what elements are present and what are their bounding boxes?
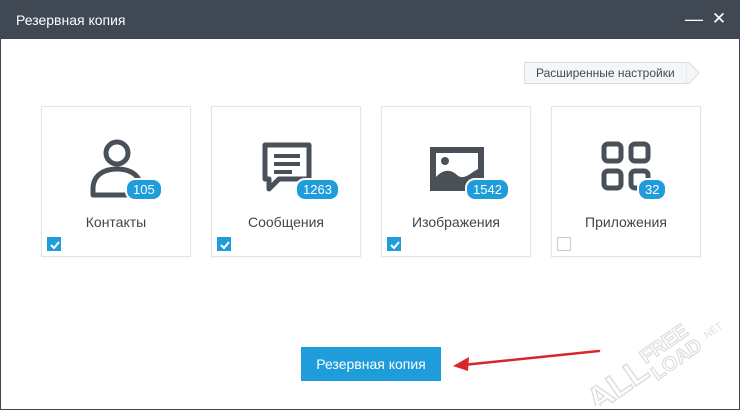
backup-button[interactable]: Резервная копия (301, 347, 441, 381)
apps-checkbox[interactable] (557, 237, 571, 251)
svg-text:FREE: FREE (636, 320, 692, 369)
red-arrow-annotation (453, 349, 601, 371)
card-messages[interactable]: 1263 Сообщения (211, 106, 361, 257)
card-label: Сообщения (248, 214, 324, 230)
contacts-checkbox[interactable] (47, 237, 61, 251)
card-label: Контакты (85, 214, 147, 230)
images-checkbox[interactable] (387, 237, 401, 251)
card-apps[interactable]: 32 Приложения (551, 106, 701, 257)
card-contacts[interactable]: 105 Контакты (41, 106, 191, 257)
messages-checkbox[interactable] (217, 237, 231, 251)
count-badge: 105 (125, 178, 163, 201)
card-label: Приложения (585, 214, 667, 230)
count-badge: 32 (637, 178, 668, 201)
close-button[interactable]: ✕ (709, 9, 729, 29)
count-badge: 1542 (465, 178, 510, 201)
advanced-settings-button[interactable]: Расширенные настройки (524, 62, 687, 84)
count-badge: 1263 (295, 178, 340, 201)
backup-window: Резервная копия — ✕ Расширенные настройк… (0, 0, 740, 410)
svg-text:LOAD: LOAD (647, 334, 706, 385)
minimize-button[interactable]: — (684, 9, 704, 29)
window-title: Резервная копия (16, 12, 126, 28)
card-label: Изображения (412, 214, 500, 230)
svg-text:.NET: .NET (700, 321, 725, 343)
title-bar: Резервная копия — ✕ (1, 1, 739, 39)
card-images[interactable]: 1542 Изображения (381, 106, 531, 257)
advanced-settings-arrow-tip[interactable] (686, 62, 700, 84)
